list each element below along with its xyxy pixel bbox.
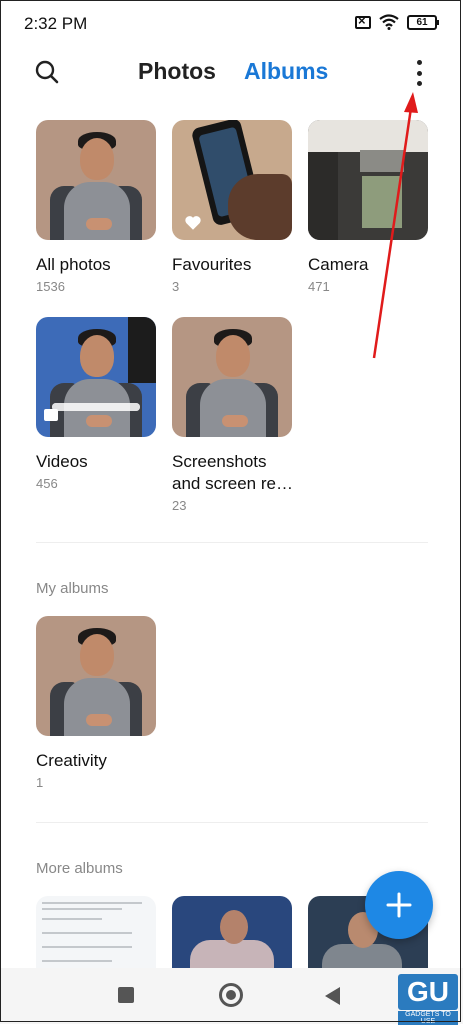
album-name: Creativity — [36, 751, 107, 770]
album-thumbnail — [172, 120, 292, 240]
recents-icon[interactable] — [118, 987, 134, 1003]
album-thumbnail — [172, 317, 292, 437]
album-name: Camera — [308, 255, 369, 274]
album-videos[interactable]: Videos 456 — [36, 317, 156, 491]
album-thumbnail — [36, 120, 156, 240]
album-thumbnail — [308, 120, 428, 240]
album-count: 23 — [172, 498, 187, 513]
tab-albums[interactable]: Albums — [244, 58, 328, 85]
more-albums-heading: More albums — [36, 860, 123, 877]
app-header: Photos Albums — [0, 48, 463, 104]
video-icon — [44, 409, 58, 421]
plus-icon — [386, 892, 412, 918]
system-navigation-bar — [0, 968, 463, 1024]
add-album-button[interactable] — [365, 871, 433, 939]
album-camera[interactable]: Camera 471 — [308, 120, 428, 294]
more-album-thumbnail[interactable] — [172, 896, 292, 968]
status-bar: 2:32 PM 61 — [0, 0, 463, 48]
album-count: 3 — [172, 279, 180, 294]
my-albums-heading: My albums — [36, 580, 109, 597]
album-thumbnail — [36, 616, 156, 736]
status-icons: 61 — [355, 13, 439, 30]
search-icon[interactable] — [35, 60, 59, 84]
no-sim-icon — [355, 13, 371, 29]
video-progress-bar — [52, 403, 140, 411]
section-divider — [36, 542, 428, 543]
gadgets-to-use-logo: GU GADGETS TO USE — [398, 974, 458, 1025]
album-favourites[interactable]: Favourites 3 — [172, 120, 292, 294]
album-count: 1536 — [36, 279, 65, 294]
album-creativity[interactable]: Creativity 1 — [36, 616, 156, 790]
album-count: 471 — [308, 279, 330, 294]
back-icon[interactable] — [325, 987, 340, 1005]
album-name: Favourites — [172, 255, 252, 274]
album-name: All photos — [36, 255, 111, 274]
battery-icon: 61 — [407, 14, 439, 30]
album-name: Videos — [36, 452, 88, 471]
album-count: 1 — [36, 775, 44, 790]
status-time: 2:32 PM — [24, 14, 88, 33]
album-thumbnail — [36, 317, 156, 437]
album-screenshots[interactable]: Screenshots and screen re… 23 — [172, 317, 293, 513]
album-count: 456 — [36, 476, 58, 491]
tab-photos[interactable]: Photos — [138, 58, 216, 85]
album-name: Screenshots and screen re… — [172, 452, 293, 493]
album-all-photos[interactable]: All photos 1536 — [36, 120, 156, 294]
more-options-icon[interactable] — [410, 60, 428, 86]
section-divider — [36, 822, 428, 823]
home-icon[interactable] — [219, 983, 243, 1007]
heart-icon — [185, 216, 201, 230]
wifi-icon — [379, 14, 399, 30]
more-album-thumbnail[interactable] — [36, 896, 156, 968]
